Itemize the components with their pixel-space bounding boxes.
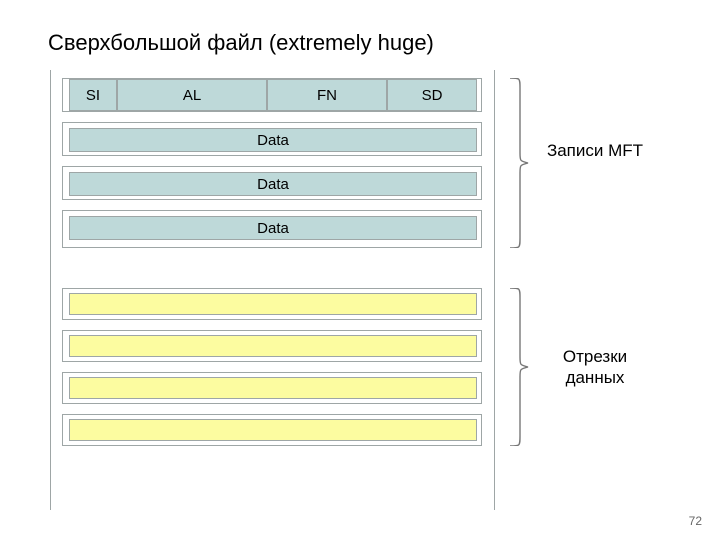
separator-left — [50, 70, 51, 510]
page-number: 72 — [689, 514, 702, 528]
run-row-1 — [69, 293, 477, 315]
separator-right — [494, 70, 495, 510]
mft-row-2-data: Data — [69, 128, 477, 152]
mft-row-2-outline: Data — [62, 122, 482, 156]
mft-header-fn: FN — [267, 79, 387, 111]
run-row-2 — [69, 335, 477, 357]
brace-runs — [508, 288, 528, 446]
run-row-1-outline — [62, 288, 482, 320]
label-data-runs: Отрезки данных — [540, 346, 650, 389]
mft-header-sd: SD — [387, 79, 477, 111]
diagram-title: Сверхбольшой файл (extremely huge) — [48, 30, 434, 56]
brace-mft — [508, 78, 528, 248]
mft-row-3-data: Data — [69, 172, 477, 196]
run-row-3 — [69, 377, 477, 399]
run-row-4-outline — [62, 414, 482, 446]
run-row-2-outline — [62, 330, 482, 362]
mft-header-al: AL — [117, 79, 267, 111]
label-mft-records: Записи MFT — [540, 140, 650, 161]
mft-row-4-outline: Data — [62, 210, 482, 248]
mft-header-si: SI — [69, 79, 117, 111]
mft-row-header-outline: SI AL FN SD — [62, 78, 482, 112]
run-row-3-outline — [62, 372, 482, 404]
run-row-4 — [69, 419, 477, 441]
mft-row-3-outline: Data — [62, 166, 482, 200]
diagram-stage: SI AL FN SD Data Data Data Записи MFT — [50, 70, 670, 510]
mft-row-4-data: Data — [69, 216, 477, 240]
